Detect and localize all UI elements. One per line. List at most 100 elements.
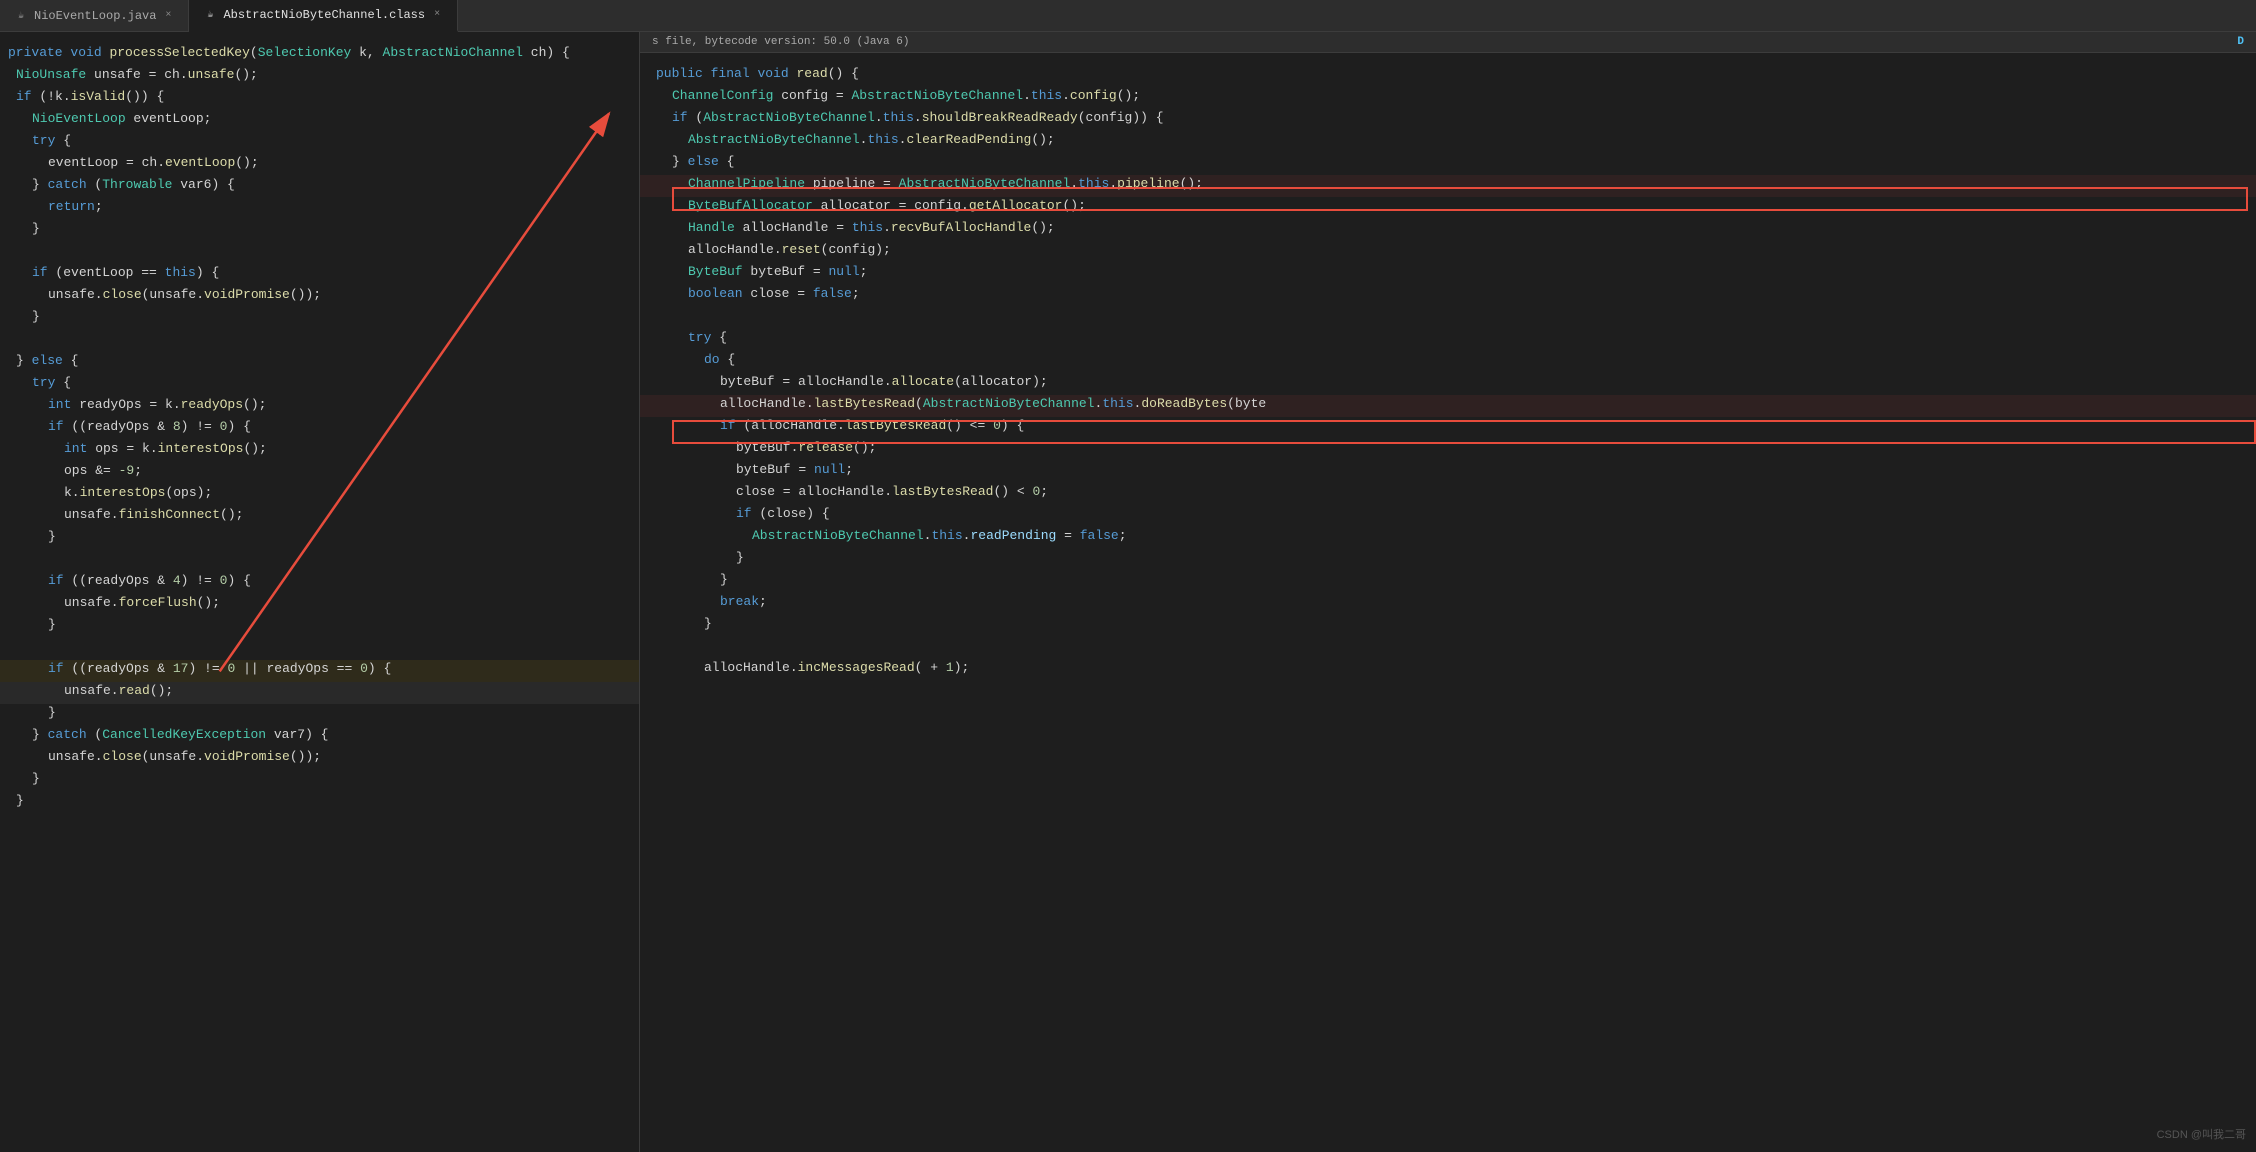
right-code-line: byteBuf = null; <box>640 461 2256 483</box>
line-text: private void processSelectedKey(Selectio… <box>0 45 639 60</box>
line-text: AbstractNioByteChannel.this.clearReadPen… <box>640 132 2256 147</box>
line-text: } catch (Throwable var6) { <box>0 177 639 192</box>
line-text: } catch (CancelledKeyException var7) { <box>0 727 639 742</box>
line-text: if (!k.isValid()) { <box>0 89 639 104</box>
code-line: if ((readyOps & 4) != 0) { <box>0 572 639 594</box>
line-text: } <box>0 221 639 236</box>
line-text <box>640 638 2256 653</box>
code-line: unsafe.finishConnect(); <box>0 506 639 528</box>
code-line: } <box>0 770 639 792</box>
line-text: ByteBuf byteBuf = null; <box>640 264 2256 279</box>
left-code-scroll: private void processSelectedKey(Selectio… <box>0 40 639 818</box>
code-line: } else { <box>0 352 639 374</box>
line-text: if ((readyOps & 4) != 0) { <box>0 573 639 588</box>
line-text: } <box>0 309 639 324</box>
code-line: private void processSelectedKey(Selectio… <box>0 44 639 66</box>
right-code-line: boolean close = false; <box>640 285 2256 307</box>
line-text: if (AbstractNioByteChannel.this.shouldBr… <box>640 110 2256 125</box>
tab-nioeventloop-close[interactable]: × <box>162 9 174 22</box>
code-line: eventLoop = ch.eventLoop(); <box>0 154 639 176</box>
line-text: if (allocHandle.lastBytesRead() <= 0) { <box>640 418 2256 433</box>
right-code-line: break; <box>640 593 2256 615</box>
line-text: unsafe.finishConnect(); <box>0 507 639 522</box>
tab-abstractniobytechannel-label: AbstractNioByteChannel.class <box>223 8 425 22</box>
line-text: } <box>0 529 639 544</box>
right-info-text: s file, bytecode version: 50.0 (Java 6) <box>652 36 909 48</box>
code-line: NioEventLoop eventLoop; <box>0 110 639 132</box>
line-text: } else { <box>640 154 2256 169</box>
line-text: allocHandle.reset(config); <box>640 242 2256 257</box>
code-line: } <box>0 792 639 814</box>
line-text: unsafe.read(); <box>0 683 639 698</box>
line-text: if ((readyOps & 17) != 0 || readyOps == … <box>0 661 639 676</box>
tab-nioeventloop[interactable]: ☕ NioEventLoop.java × <box>0 0 189 32</box>
line-text: Handle allocHandle = this.recvBufAllocHa… <box>640 220 2256 235</box>
right-code-line: byteBuf.release(); <box>640 439 2256 461</box>
code-line <box>0 242 639 264</box>
line-text: try { <box>0 133 639 148</box>
line-text: close = allocHandle.lastBytesRead() < 0; <box>640 484 2256 499</box>
line-text: if ((readyOps & 8) != 0) { <box>0 419 639 434</box>
right-code-line <box>640 637 2256 659</box>
java-file-icon: ☕ <box>14 9 28 23</box>
right-code-line: public final void read() { <box>640 65 2256 87</box>
right-code-line: ByteBufAllocator allocator = config.getA… <box>640 197 2256 219</box>
code-line: k.interestOps(ops); <box>0 484 639 506</box>
right-code-line: close = allocHandle.lastBytesRead() < 0; <box>640 483 2256 505</box>
right-code-line: ByteBuf byteBuf = null; <box>640 263 2256 285</box>
code-line: return; <box>0 198 639 220</box>
code-line: if ((readyOps & 8) != 0) { <box>0 418 639 440</box>
code-line: int ops = k.interestOps(); <box>0 440 639 462</box>
tab-abstractniobytechannel[interactable]: ☕ AbstractNioByteChannel.class × <box>189 0 458 32</box>
code-line-unsafe-read: unsafe.read(); <box>0 682 639 704</box>
code-line: NioUnsafe unsafe = ch.unsafe(); <box>0 66 639 88</box>
line-text <box>0 639 639 654</box>
line-text <box>0 551 639 566</box>
line-text: } <box>0 771 639 786</box>
class-file-icon: ☕ <box>203 8 217 22</box>
code-line: } <box>0 616 639 638</box>
line-text: } <box>640 550 2256 565</box>
code-line: try { <box>0 374 639 396</box>
right-code-line: if (allocHandle.lastBytesRead() <= 0) { <box>640 417 2256 439</box>
line-text: byteBuf.release(); <box>640 440 2256 455</box>
code-line: if (!k.isValid()) { <box>0 88 639 110</box>
line-text: try { <box>0 375 639 390</box>
right-code-line: if (AbstractNioByteChannel.this.shouldBr… <box>640 109 2256 131</box>
right-code-line: } <box>640 549 2256 571</box>
right-code-line: } <box>640 571 2256 593</box>
line-text: unsafe.close(unsafe.voidPromise()); <box>0 287 639 302</box>
code-line-readyops: if ((readyOps & 17) != 0 || readyOps == … <box>0 660 639 682</box>
code-line: if (eventLoop == this) { <box>0 264 639 286</box>
code-line: } <box>0 220 639 242</box>
right-info-bar: s file, bytecode version: 50.0 (Java 6) … <box>640 32 2256 53</box>
code-line <box>0 550 639 572</box>
right-code-line: } <box>640 615 2256 637</box>
code-line: } <box>0 308 639 330</box>
line-text: boolean close = false; <box>640 286 2256 301</box>
line-text: ChannelConfig config = AbstractNioByteCh… <box>640 88 2256 103</box>
line-text: k.interestOps(ops); <box>0 485 639 500</box>
line-text: ops &= -9; <box>0 463 639 478</box>
line-text: NioEventLoop eventLoop; <box>0 111 639 126</box>
line-text: do { <box>640 352 2256 367</box>
code-line: } <box>0 528 639 550</box>
tab-abstractniobytechannel-close[interactable]: × <box>431 8 443 21</box>
right-code-line: allocHandle.incMessagesRead( + 1); <box>640 659 2256 681</box>
code-line <box>0 638 639 660</box>
right-code-line: } else { <box>640 153 2256 175</box>
code-line: unsafe.close(unsafe.voidPromise()); <box>0 286 639 308</box>
right-code-line: AbstractNioByteChannel.this.clearReadPen… <box>640 131 2256 153</box>
right-code-line: AbstractNioByteChannel.this.readPending … <box>640 527 2256 549</box>
code-line: } catch (Throwable var6) { <box>0 176 639 198</box>
right-code-area: public final void read() { ChannelConfig… <box>640 53 2256 1152</box>
line-text: ChannelPipeline pipeline = AbstractNioBy… <box>640 176 2256 191</box>
line-text: } <box>0 793 639 808</box>
line-text: allocHandle.lastBytesRead(AbstractNioByt… <box>640 396 2256 411</box>
right-code-scroll: public final void read() { ChannelConfig… <box>640 61 2256 685</box>
line-text: public final void read() { <box>640 66 2256 81</box>
line-text: if (close) { <box>640 506 2256 521</box>
line-text: NioUnsafe unsafe = ch.unsafe(); <box>0 67 639 82</box>
right-code-line: do { <box>640 351 2256 373</box>
line-text: unsafe.close(unsafe.voidPromise()); <box>0 749 639 764</box>
